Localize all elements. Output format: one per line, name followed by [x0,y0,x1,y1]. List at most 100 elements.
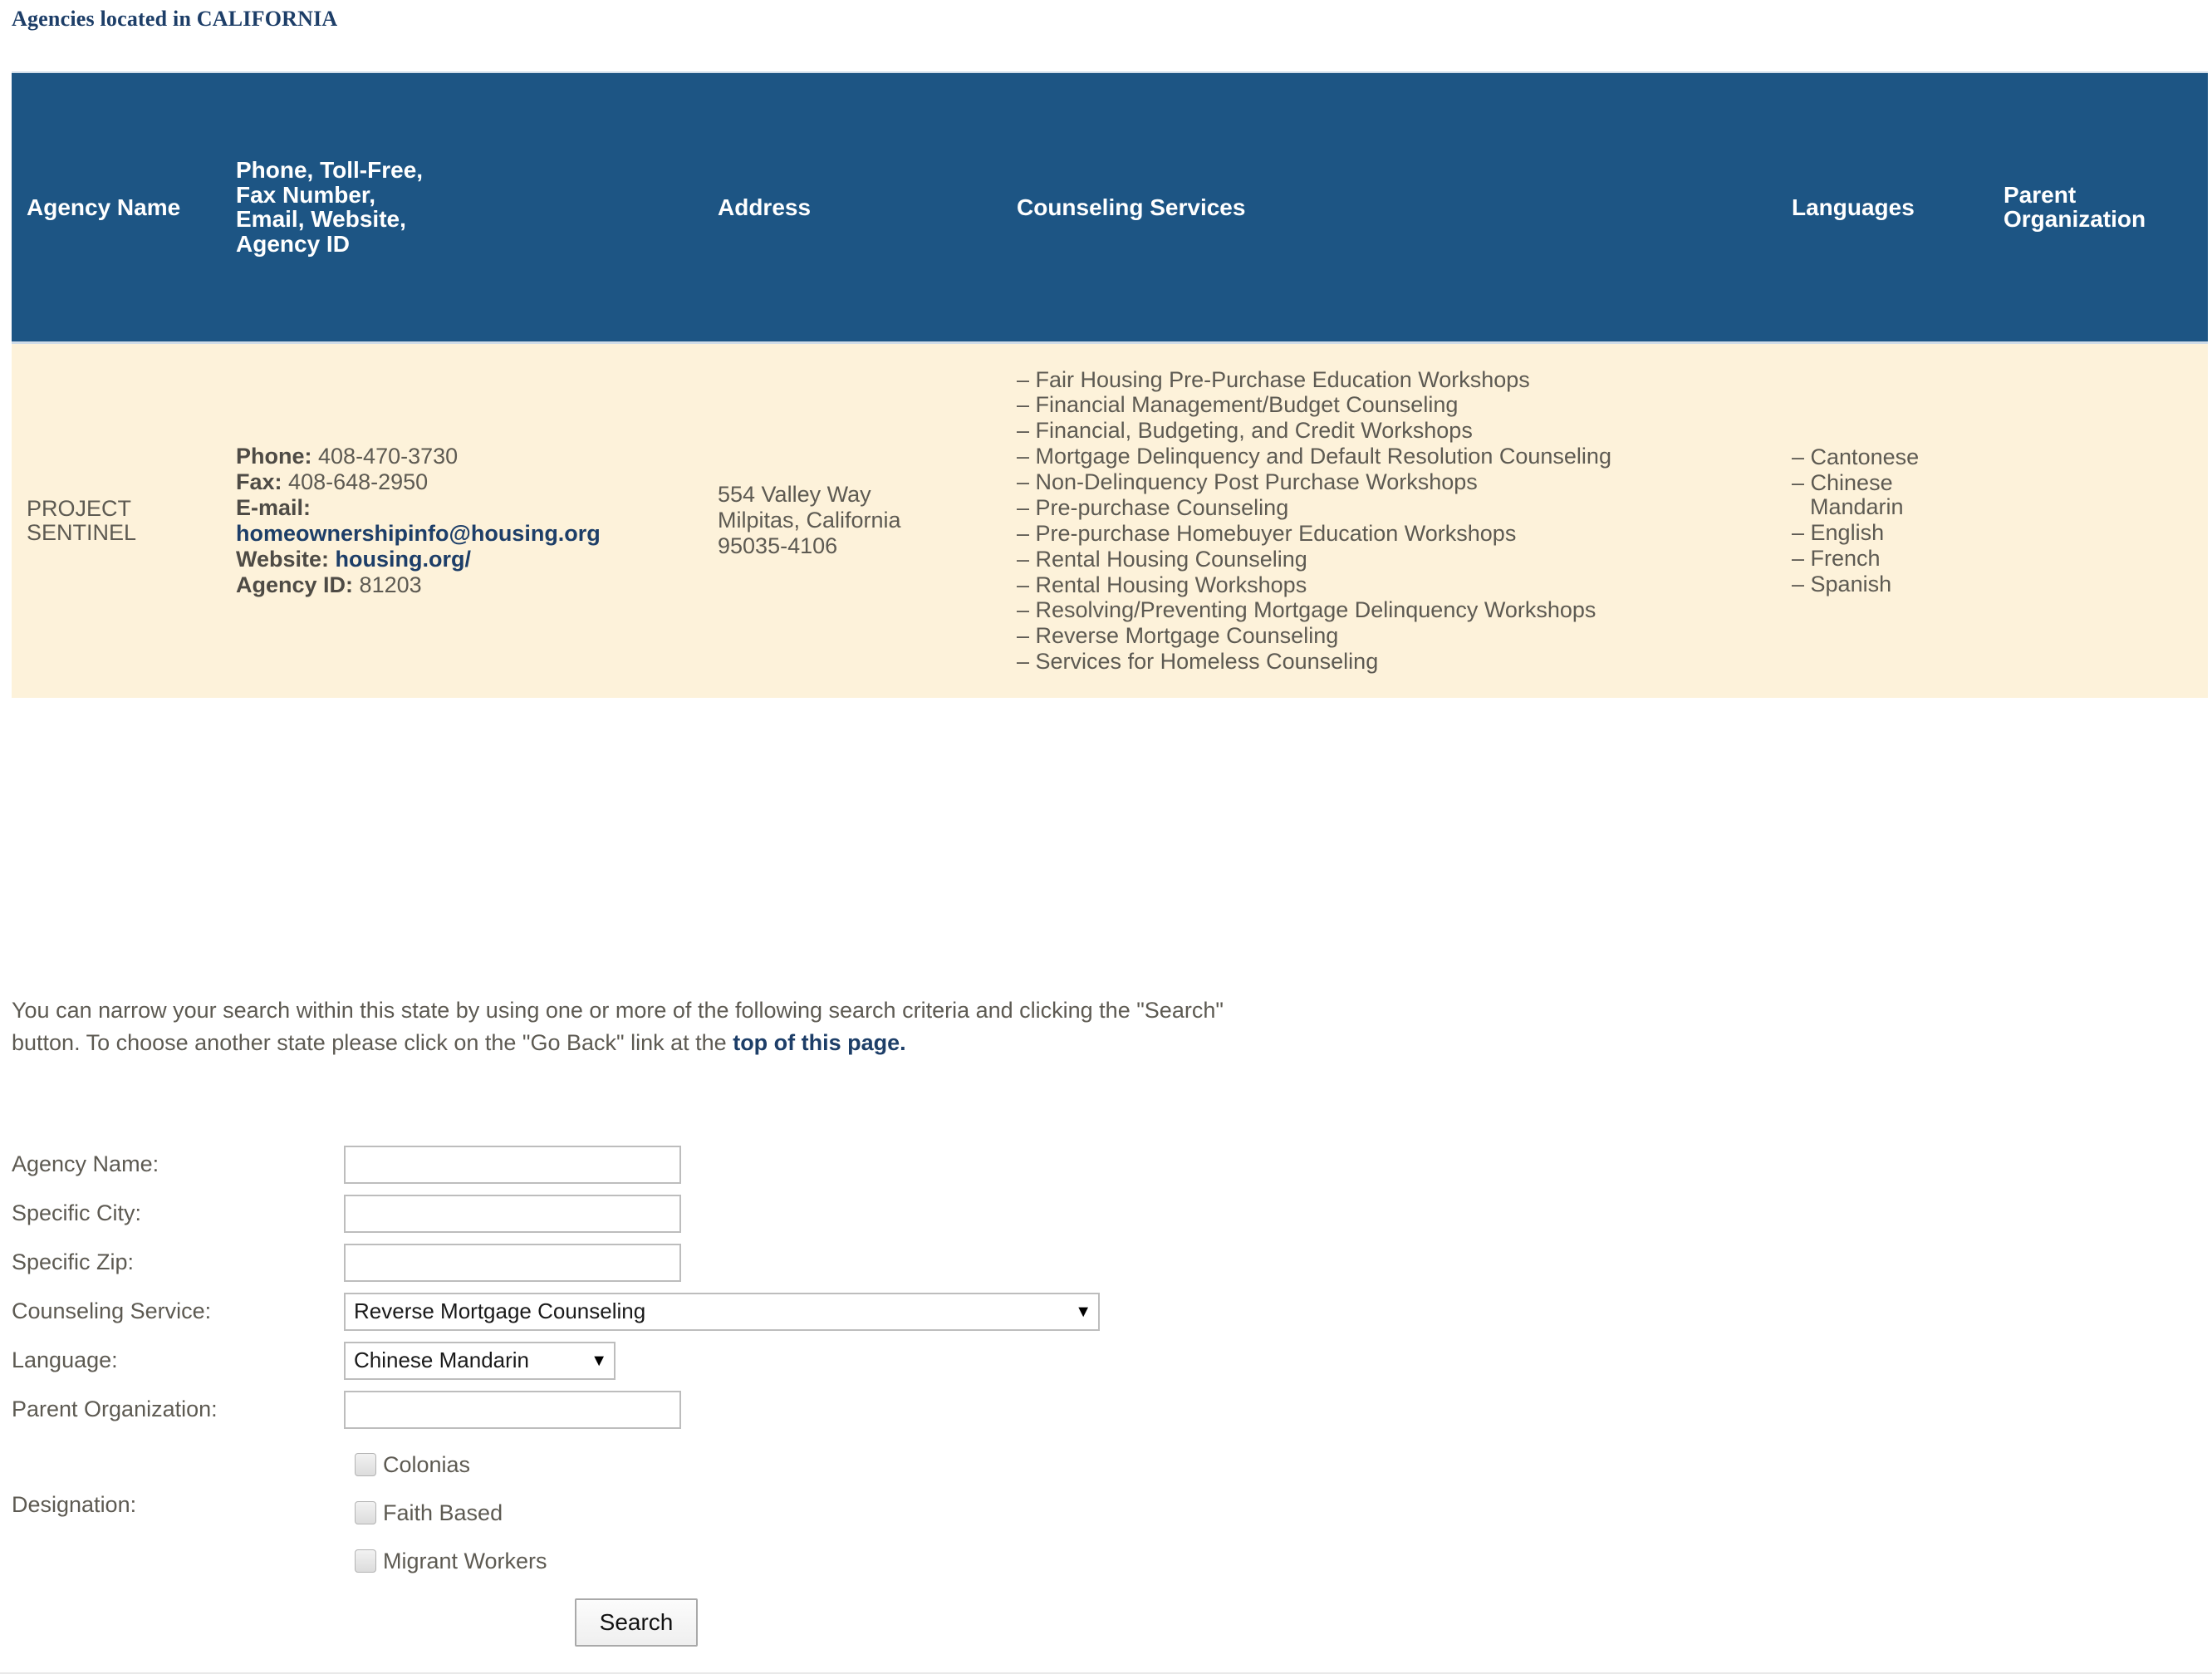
column-header-contact-line-4: Agency ID [236,230,350,257]
list-item: Reverse Mortgage Counseling [1017,623,1773,649]
counseling-service-field-label: Counseling Service: [12,1298,212,1323]
fax-label: Fax: [236,469,282,494]
checkbox-icon[interactable] [355,1453,376,1476]
column-header-contact-line-3: Email, Website, [236,206,406,233]
website-link[interactable]: housing.org/ [336,547,471,572]
agency-name-field-label: Agency Name: [12,1151,159,1176]
table-row: PROJECT SENTINEL Phone: 408-470-3730 Fax… [12,342,2208,698]
language-field-label: Language: [12,1348,118,1372]
column-header-parent-organization-line-1: Parent [2004,181,2077,208]
specific-zip-field-label: Specific Zip: [12,1249,135,1274]
form-row-submit: Search [12,1598,1175,1647]
checkbox-item-faith-based[interactable]: Faith Based [344,1489,547,1537]
language-selected-value: Chinese Mandarin [354,1348,530,1372]
list-item: Pre-purchase Counseling [1017,495,1773,521]
checkbox-icon[interactable] [355,1549,376,1573]
table-body: PROJECT SENTINEL Phone: 408-470-3730 Fax… [12,342,2208,698]
designation-field-label: Designation: [12,1492,137,1517]
address-line-3: 95035-4106 [718,533,838,559]
agency-id-line: Agency ID: 81203 [236,572,689,598]
form-row-designation: Designation: Colonias Faith Based Migran… [12,1441,1175,1585]
column-header-parent-organization: Parent Organization [1997,71,2208,344]
email-value-line: homeownershipinfo@housing.org [236,521,689,547]
column-header-contact-line-1: Phone, Toll-Free, [236,157,424,184]
chevron-down-icon: ▼ [1075,1302,1091,1321]
cell-address: 554 Valley Way Milpitas, California 9503… [701,342,1000,698]
checkbox-label-colonias: Colonias [383,1451,471,1477]
form-row-specific-zip: Specific Zip: [12,1238,1175,1287]
phone-value: 408-470-3730 [318,444,459,469]
list-item: Non-Delinquency Post Purchase Workshops [1017,469,1773,495]
checkbox-label-faith-based: Faith Based [383,1500,503,1525]
table-header-row: Agency Name Phone, Toll-Free, Fax Number… [12,71,2208,344]
list-item: Rental Housing Workshops [1017,572,1773,598]
parent-organization-input[interactable] [344,1390,681,1429]
list-item: French [1792,546,1985,572]
top-of-page-link[interactable]: top of this page. [733,1030,906,1055]
fax-line: Fax: 408-648-2950 [236,469,689,495]
address-line-1: 554 Valley Way [718,482,871,508]
specific-city-field-label: Specific City: [12,1200,142,1225]
email-label: E-mail: [236,494,311,520]
column-header-languages-label: Languages [1792,194,1915,220]
address-line-2: Milpitas, California [718,508,901,533]
cell-agency-name: PROJECT SENTINEL [12,342,219,698]
list-item: Financial Management/Budget Counseling [1017,392,1773,418]
form-row-specific-city: Specific City: [12,1189,1175,1238]
list-item: Financial, Budgeting, and Credit Worksho… [1017,418,1773,444]
list-item: Spanish [1792,572,1985,597]
agency-name-line-1: PROJECT [27,495,132,521]
cell-counseling-services: Fair Housing Pre-Purchase Education Work… [1000,342,1785,698]
agency-name-input[interactable] [344,1145,681,1184]
list-item: Rental Housing Counseling [1017,547,1773,572]
parent-organization-field-label: Parent Organization: [12,1397,218,1421]
form-row-agency-name: Agency Name: [12,1140,1175,1189]
column-header-counseling-services-label: Counseling Services [1017,194,1246,220]
fax-value: 408-648-2950 [288,469,429,494]
agency-id-value: 81203 [359,572,422,597]
list-item: Resolving/Preventing Mortgage Delinquenc… [1017,597,1773,623]
phone-line: Phone: 408-470-3730 [236,444,689,469]
form-row-language: Language: Chinese Mandarin ▼ [12,1336,1175,1385]
languages-list: Cantonese Chinese Mandarin English Frenc… [1792,444,1985,596]
email-link[interactable]: homeownershipinfo@housing.org [236,521,601,546]
checkbox-label-migrant-workers: Migrant Workers [383,1548,547,1573]
specific-zip-input[interactable] [344,1243,681,1282]
cell-parent-organization [1997,342,2208,698]
agency-name: PROJECT SENTINEL [27,495,208,545]
form-row-parent-organization: Parent Organization: [12,1385,1175,1434]
agency-id-label: Agency ID: [236,572,354,597]
search-button[interactable]: Search [575,1598,698,1647]
list-item: Mortgage Delinquency and Default Resolut… [1017,444,1773,469]
email-label-line: E-mail: [236,495,689,521]
column-header-counseling-services: Counseling Services [1000,71,1785,344]
cell-languages: Cantonese Chinese Mandarin English Frenc… [1785,342,1997,698]
language-select[interactable]: Chinese Mandarin ▼ [344,1341,616,1380]
checkbox-item-migrant-workers[interactable]: Migrant Workers [344,1537,547,1585]
list-item: Fair Housing Pre-Purchase Education Work… [1017,367,1773,393]
counseling-service-select[interactable]: Reverse Mortgage Counseling ▼ [344,1292,1100,1331]
page-title: Agencies located in CALIFORNIA [12,7,338,31]
column-header-contact: Phone, Toll-Free, Fax Number, Email, Web… [219,71,701,344]
search-instructions: You can narrow your search within this s… [12,994,1258,1059]
list-item: Services for Homeless Counseling [1017,649,1773,675]
designation-checkbox-group: Colonias Faith Based Migrant Workers [344,1441,547,1585]
counseling-services-list: Fair Housing Pre-Purchase Education Work… [1017,367,1773,675]
column-header-agency-name-label: Agency Name [27,194,181,220]
list-item: Chinese Mandarin [1792,470,1985,520]
column-header-contact-line-2: Fax Number, [236,181,376,208]
list-item: English [1792,520,1985,546]
agency-name-line-2: SENTINEL [27,519,137,545]
checkbox-icon[interactable] [355,1501,376,1524]
search-instructions-text: You can narrow your search within this s… [12,998,1224,1055]
table-header: Agency Name Phone, Toll-Free, Fax Number… [12,71,2208,344]
list-item: Pre-purchase Homebuyer Education Worksho… [1017,521,1773,547]
cell-contact-info: Phone: 408-470-3730 Fax: 408-648-2950 E-… [219,342,701,698]
counseling-service-selected-value: Reverse Mortgage Counseling [354,1298,646,1323]
button-row-spacer [12,1598,344,1647]
checkbox-item-colonias[interactable]: Colonias [344,1441,547,1489]
column-header-address: Address [701,71,1000,344]
website-label: Website: [236,546,330,572]
column-header-parent-organization-line-2: Organization [2004,206,2146,233]
specific-city-input[interactable] [344,1194,681,1233]
